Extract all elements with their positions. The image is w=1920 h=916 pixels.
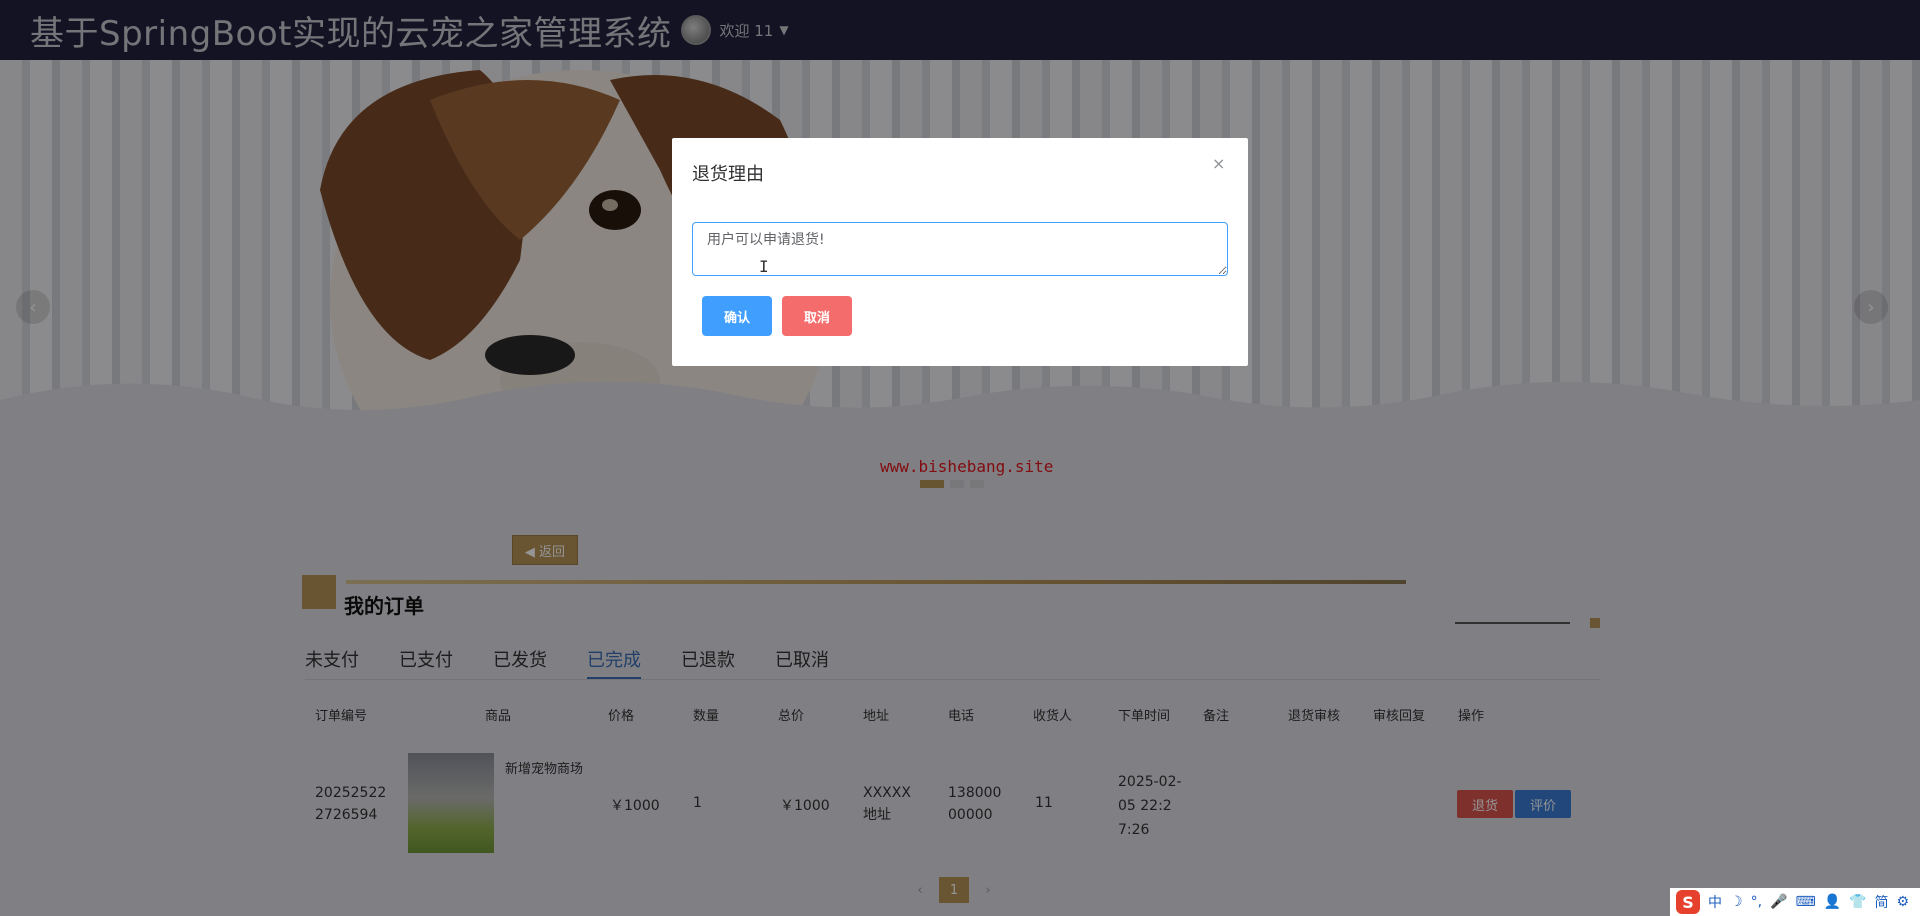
settings-icon[interactable]: ⚙ xyxy=(1897,894,1910,910)
sogou-logo-icon[interactable]: S xyxy=(1676,890,1700,914)
return-reason-input[interactable]: 用户可以申请退货! xyxy=(692,222,1228,276)
text-cursor-icon: I xyxy=(759,257,769,276)
dialog-title: 退货理由 xyxy=(692,164,764,185)
return-reason-dialog: 退货理由 × 用户可以申请退货! 确认 取消 xyxy=(672,138,1248,366)
microphone-icon[interactable]: 🎤 xyxy=(1770,894,1787,910)
close-icon[interactable]: × xyxy=(1212,154,1225,173)
confirm-button[interactable]: 确认 xyxy=(702,296,772,336)
moon-icon[interactable]: ☽ xyxy=(1730,894,1743,910)
punctuation-icon[interactable]: °, xyxy=(1751,894,1762,910)
ime-chinese-toggle[interactable]: 中 xyxy=(1708,892,1722,912)
skin-icon[interactable]: 👕 xyxy=(1849,894,1866,910)
simplified-toggle[interactable]: 简 xyxy=(1875,892,1889,912)
ime-toolbar: S 中 ☽ °, 🎤 ⌨ 👤 👕 简 ⚙ xyxy=(1670,888,1920,916)
cancel-button[interactable]: 取消 xyxy=(782,296,852,336)
keyboard-icon[interactable]: ⌨ xyxy=(1795,894,1815,910)
user-icon[interactable]: 👤 xyxy=(1824,894,1841,910)
